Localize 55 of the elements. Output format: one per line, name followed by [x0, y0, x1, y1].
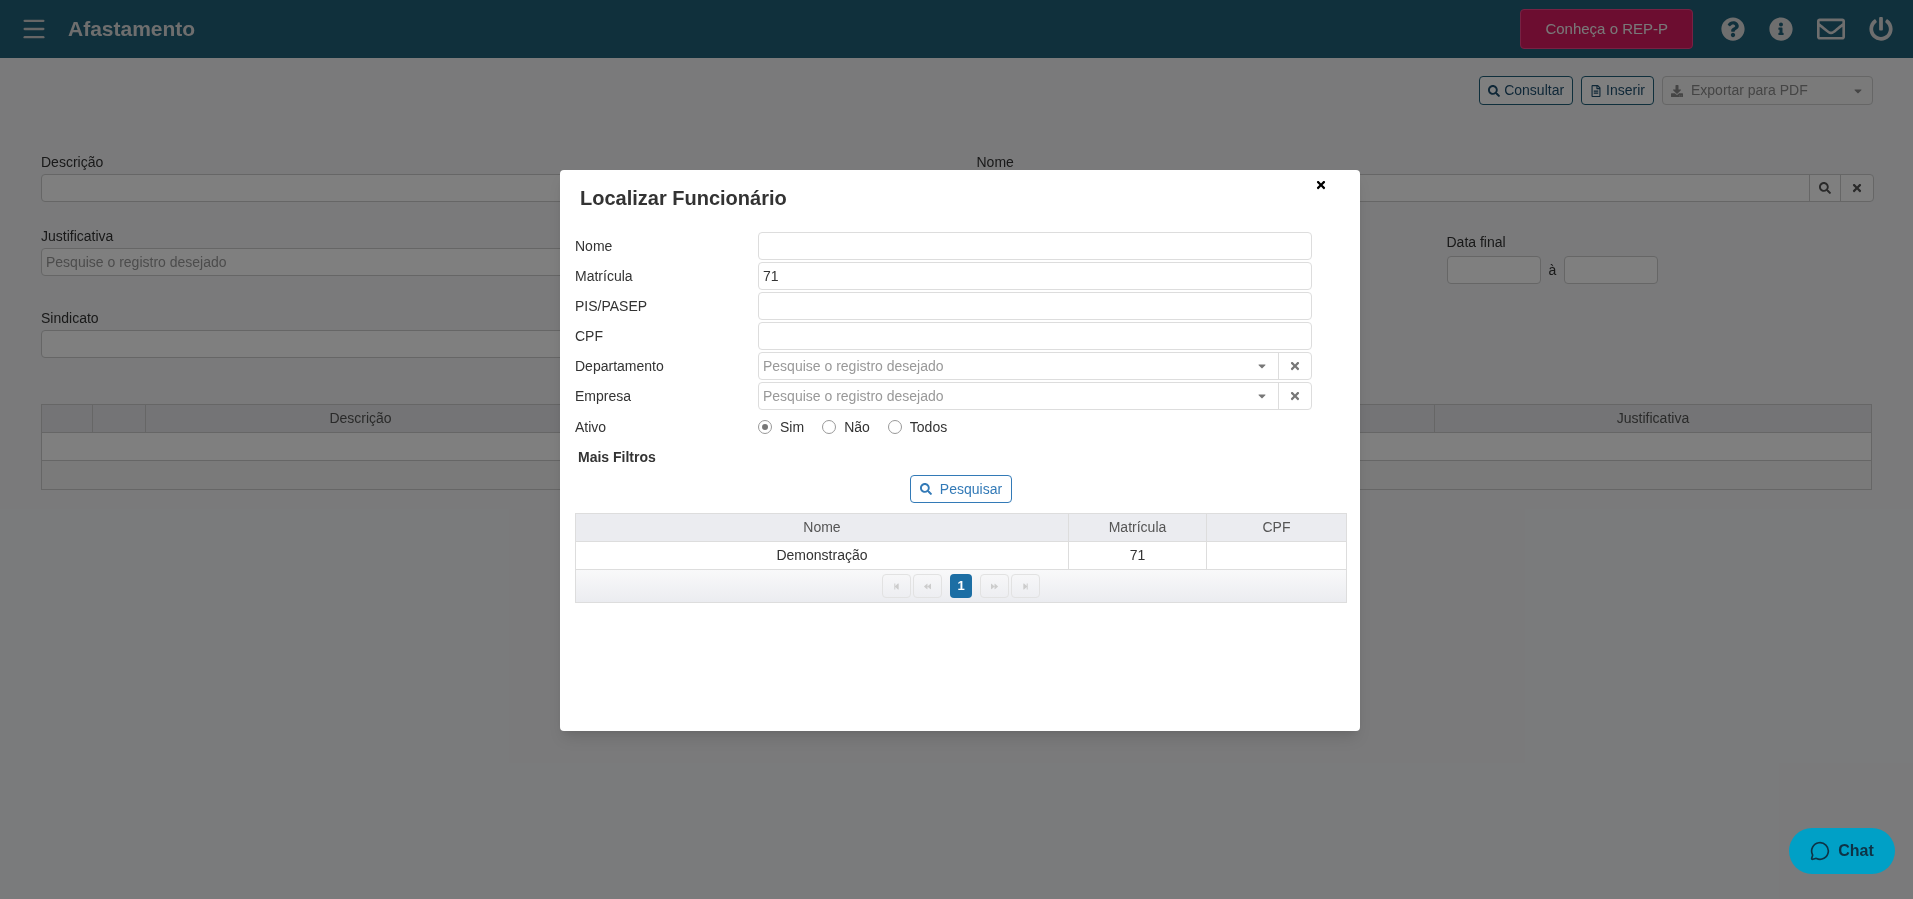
previous-page-icon [924, 582, 931, 590]
info-icon[interactable] [1769, 17, 1793, 41]
column-header: Matrícula [1069, 514, 1207, 541]
search-icon [1488, 84, 1501, 97]
last-page-icon [1022, 582, 1029, 590]
end-date-field[interactable] [1564, 256, 1659, 284]
column-header: CPF [1261, 518, 1292, 537]
power-icon[interactable] [1869, 17, 1893, 41]
start-date-field[interactable] [1446, 256, 1541, 284]
field-label: Ativo [575, 417, 608, 437]
first-page-icon [893, 582, 900, 590]
field-label: Nome [976, 153, 1014, 170]
section-title: Mais Filtros [578, 448, 657, 467]
search-icon [919, 483, 932, 495]
date-separator: à [1548, 260, 1557, 280]
field-label: Sindicato [41, 309, 99, 326]
field-label: Descrição [41, 153, 104, 170]
search-icon [1819, 182, 1831, 194]
insert-button[interactable]: Inserir [1581, 76, 1654, 105]
radio-option[interactable]: Todos [887, 416, 948, 438]
clear-icon[interactable] [1289, 390, 1301, 402]
promo-button[interactable]: Conheça o REP-P [1520, 9, 1693, 49]
column-header: Nome [576, 514, 1069, 541]
field-label: CPF [575, 326, 604, 346]
close-icon[interactable] [1315, 179, 1327, 191]
close-icon [1851, 182, 1863, 194]
field-label: Empresa [575, 386, 633, 406]
chat-bubble-icon [1810, 841, 1831, 861]
radio-option[interactable]: Não [822, 416, 870, 438]
select-field[interactable]: Pesquise o registro desejado [758, 382, 1312, 410]
field-label: Departamento [575, 356, 665, 376]
table-cell: 71 [1069, 542, 1207, 569]
text-field[interactable]: 71 [758, 262, 1312, 290]
result-row[interactable]: Demonstração 71 [576, 542, 1346, 570]
radio-option[interactable]: Sim [758, 416, 805, 438]
text-field[interactable] [758, 292, 1312, 320]
search-button[interactable]: Pesquisar [909, 475, 1013, 503]
field-label: Data final [1446, 233, 1506, 250]
text-field[interactable] [758, 232, 1312, 260]
clear-icon[interactable] [1289, 360, 1301, 372]
select-field[interactable]: Pesquise o registro desejado [758, 352, 1312, 380]
page-title: Afastamento [68, 16, 196, 43]
search-button[interactable]: Consultar [1479, 76, 1574, 105]
column-header: Justificativa [1615, 409, 1691, 428]
field-label: Justificativa [41, 227, 114, 244]
document-icon [1590, 84, 1603, 97]
modal-title: Localizar Funcionário [580, 186, 787, 211]
download-icon [1671, 84, 1683, 97]
table-cell: Demonstração [576, 542, 1069, 569]
chat-button[interactable]: Chat [1789, 828, 1895, 874]
page-button[interactable]: 1 [950, 574, 972, 598]
next-page-icon [991, 582, 998, 590]
field-label: PIS/PASEP [575, 296, 649, 316]
text-field[interactable] [758, 322, 1312, 350]
help-icon[interactable] [1721, 17, 1745, 41]
